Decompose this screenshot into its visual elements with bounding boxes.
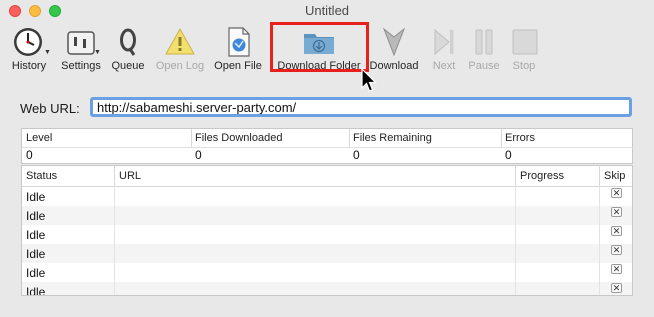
download-table: Status URL Progress Skip Idle ✕ Idle ✕ I… [21, 165, 633, 296]
skip-checkbox[interactable]: ✕ [611, 188, 622, 198]
row-status: Idle [26, 209, 46, 223]
open-log-label: Open Log [155, 60, 205, 72]
header-divider [114, 166, 115, 186]
stat-header-level: Level [26, 132, 53, 144]
stat-value-level: 0 [26, 148, 33, 162]
stat-files-remaining: Files Remaining 0 [349, 129, 501, 163]
stat-header-files-downloaded: Files Downloaded [195, 132, 283, 144]
queue-icon [120, 28, 136, 56]
column-header-progress[interactable]: Progress [520, 170, 564, 182]
window-title: Untitled [304, 3, 350, 18]
stats-column-divider [501, 129, 502, 147]
history-dropdown-icon: ▼ [44, 49, 51, 56]
web-url-input[interactable] [90, 97, 632, 117]
stat-header-errors: Errors [505, 132, 535, 144]
toolbar: ▼ History ▼ Settings Queue Open Log Open… [0, 22, 654, 76]
column-header-status[interactable]: Status [26, 170, 57, 182]
stop-icon [512, 29, 538, 55]
open-file-label: Open File [214, 60, 262, 72]
pause-button[interactable]: Pause [464, 22, 504, 76]
stat-files-downloaded: Files Downloaded 0 [191, 129, 349, 163]
settings-dropdown-icon: ▼ [94, 49, 101, 56]
stat-value-errors: 0 [505, 148, 512, 162]
skip-checkbox[interactable]: ✕ [611, 283, 622, 293]
settings-switches-icon [67, 31, 95, 55]
next-button[interactable]: Next [426, 22, 462, 76]
html-file-icon [228, 27, 250, 57]
header-divider [515, 166, 516, 186]
column-header-url[interactable]: URL [119, 170, 141, 182]
app-window: Untitled ▼ History ▼ Settings Queue Open… [0, 0, 654, 317]
stats-column-divider [349, 129, 350, 147]
stop-label: Stop [512, 60, 536, 72]
row-status: Idle [26, 285, 46, 296]
settings-button[interactable]: ▼ Settings [56, 22, 106, 76]
stats-divider [22, 147, 634, 148]
table-header: Status URL Progress Skip [22, 166, 632, 187]
history-button[interactable]: ▼ History [6, 22, 52, 76]
title-bar: Untitled [0, 0, 654, 22]
stat-errors: Errors 0 [501, 129, 632, 163]
column-divider [114, 186, 115, 295]
next-icon [434, 28, 454, 56]
row-status: Idle [26, 228, 46, 242]
row-status: Idle [26, 266, 46, 280]
warning-icon [165, 27, 195, 55]
stats-table: Level 0 Files Downloaded 0 Files Remaini… [21, 128, 634, 164]
row-status: Idle [26, 247, 46, 261]
pause-icon [475, 29, 493, 55]
mouse-cursor-icon [361, 68, 377, 92]
skip-checkbox[interactable]: ✕ [611, 264, 622, 274]
web-url-label: Web URL: [20, 101, 80, 116]
skip-checkbox[interactable]: ✕ [611, 226, 622, 236]
pause-label: Pause [468, 60, 500, 72]
history-label: History [11, 60, 47, 72]
highlight-box [270, 22, 369, 72]
column-divider [599, 186, 600, 295]
queue-label: Queue [111, 60, 145, 72]
download-arrow-icon [382, 27, 406, 57]
stat-header-files-remaining: Files Remaining [353, 132, 432, 144]
header-divider [599, 166, 600, 186]
next-label: Next [432, 60, 456, 72]
stat-value-files-remaining: 0 [353, 148, 360, 162]
stat-level: Level 0 [22, 129, 191, 163]
skip-checkbox[interactable]: ✕ [611, 207, 622, 217]
open-file-button[interactable]: Open File [211, 22, 265, 76]
clock-icon [14, 28, 42, 56]
stat-value-files-downloaded: 0 [195, 148, 202, 162]
stats-column-divider [191, 129, 192, 147]
skip-checkbox[interactable]: ✕ [611, 245, 622, 255]
column-header-skip[interactable]: Skip [604, 170, 625, 182]
open-log-button[interactable]: Open Log [151, 22, 209, 76]
column-divider [515, 186, 516, 295]
queue-button[interactable]: Queue [108, 22, 148, 76]
stop-button[interactable]: Stop [505, 22, 543, 76]
row-status: Idle [26, 190, 46, 204]
settings-label: Settings [61, 60, 101, 72]
